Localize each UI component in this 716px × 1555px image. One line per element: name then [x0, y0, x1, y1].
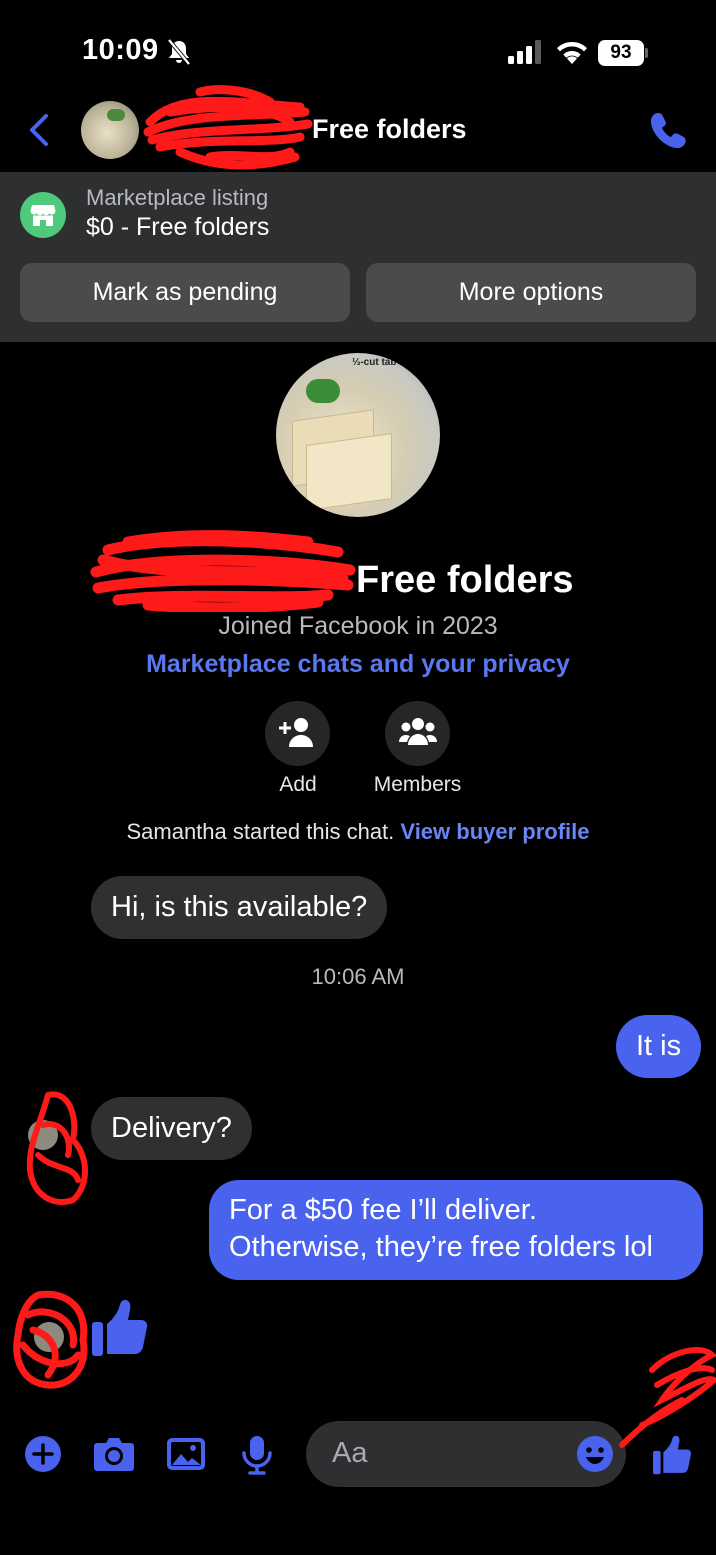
microphone-icon[interactable] — [240, 1435, 274, 1475]
thumbs-up-icon[interactable] — [92, 1298, 150, 1358]
chat-header: Free folders — [0, 85, 716, 172]
chat-title: Free folders — [312, 114, 467, 144]
clock: 10:09 — [82, 34, 159, 66]
outgoing-message[interactable]: It is — [616, 1015, 702, 1078]
listing-avatar[interactable] — [81, 101, 139, 159]
outgoing-message[interactable]: For a $50 fee I’ll deliver. Otherwise, t… — [209, 1180, 703, 1280]
plus-icon[interactable] — [24, 1435, 62, 1473]
phone-icon[interactable] — [650, 110, 688, 150]
more-options-button[interactable]: More options — [366, 263, 696, 322]
back-icon[interactable] — [24, 112, 54, 148]
members-button[interactable] — [385, 701, 450, 766]
redaction-scribble — [143, 85, 313, 170]
chat-started-notice: Samantha started this chat. View buyer p… — [0, 819, 716, 845]
chat-started-text: Samantha started this chat. — [126, 819, 395, 844]
message-input[interactable]: Aa — [306, 1421, 626, 1487]
mark-as-pending-button[interactable]: Mark as pending — [20, 263, 350, 322]
redaction-scribble — [26, 1091, 88, 1205]
wifi-icon — [557, 42, 587, 64]
privacy-link[interactable]: Marketplace chats and your privacy — [0, 650, 716, 679]
redaction-scribble — [90, 530, 356, 612]
shop-icon — [20, 192, 66, 238]
camera-icon[interactable] — [93, 1435, 135, 1473]
listing-label: Marketplace listing — [86, 185, 269, 210]
message-line: Otherwise, they’re free folders lol — [229, 1231, 653, 1263]
battery-icon: 93 — [598, 40, 648, 66]
add-button[interactable] — [265, 701, 330, 766]
emoji-icon[interactable] — [576, 1435, 614, 1473]
joined-facebook-text: Joined Facebook in 2023 — [218, 612, 498, 640]
message-line: For a $50 fee I’ll deliver. — [229, 1194, 537, 1226]
bell-muted-icon — [167, 38, 191, 66]
view-buyer-profile-link[interactable]: View buyer profile — [400, 819, 589, 844]
status-bar: 10:09 93 — [0, 0, 716, 100]
members-icon — [399, 718, 437, 745]
add-person-icon — [279, 718, 313, 747]
incoming-message[interactable]: Hi, is this available? — [91, 876, 388, 939]
add-label: Add — [279, 773, 317, 796]
marketplace-banner: Marketplace listing $0 - Free folders Ma… — [0, 172, 716, 342]
members-label: Members — [373, 773, 462, 796]
listing-title[interactable]: $0 - Free folders — [86, 213, 269, 242]
message-composer: Aa — [0, 1347, 716, 1500]
incoming-message[interactable]: Delivery? — [91, 1097, 252, 1160]
redaction-scribble — [619, 1347, 716, 1448]
listing-photo[interactable]: ⅓-cut tab — [276, 353, 440, 517]
profile-name: Free folders — [356, 559, 574, 601]
message-placeholder: Aa — [332, 1437, 368, 1469]
cellular-signal-icon — [508, 40, 541, 64]
gallery-icon[interactable] — [166, 1435, 206, 1473]
redaction-scribble — [13, 1290, 88, 1389]
message-timestamp: 10:06 AM — [311, 964, 405, 989]
battery-level: 93 — [598, 40, 644, 66]
